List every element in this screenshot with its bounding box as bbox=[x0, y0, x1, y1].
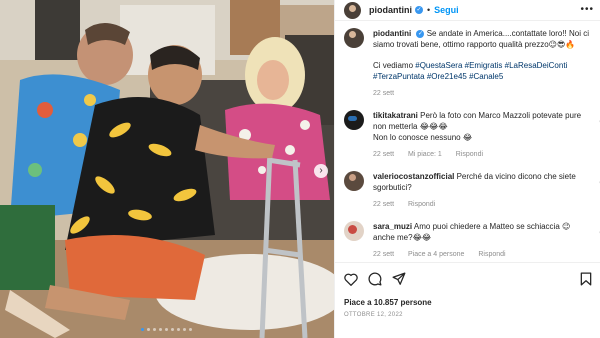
post-actions: Piace a 10.857 persone OTTOBRE 12, 2022 bbox=[335, 262, 600, 318]
reply-button[interactable]: Rispondi bbox=[478, 251, 505, 258]
comment-likes[interactable]: Mi piace: 1 bbox=[408, 151, 442, 158]
avatar[interactable] bbox=[344, 221, 364, 241]
reply-button[interactable]: Rispondi bbox=[408, 201, 435, 208]
verified-icon: ✓ bbox=[415, 6, 423, 14]
post-header: piodantini ✓ • Segui ••• bbox=[335, 0, 600, 21]
comment-time[interactable]: 22 sett bbox=[373, 201, 394, 208]
post-photo bbox=[0, 0, 334, 338]
caption: piodantini ✓ Se andate in America....con… bbox=[335, 28, 600, 99]
avatar[interactable] bbox=[344, 1, 361, 19]
comment-item: tikitakatrani Però la foto con Marco Maz… bbox=[335, 110, 600, 160]
carousel-dot bbox=[159, 328, 162, 331]
caption-text-2: Ci vediamo bbox=[373, 61, 414, 70]
more-horizontal-icon[interactable]: ••• bbox=[580, 4, 594, 15]
avatar[interactable] bbox=[344, 171, 364, 191]
carousel-dot bbox=[165, 328, 168, 331]
comments-list[interactable]: piodantini ✓ Se andate in America....con… bbox=[335, 28, 600, 258]
comment-likes[interactable]: Piace a 4 persone bbox=[408, 251, 464, 258]
post-media[interactable]: › bbox=[0, 0, 334, 338]
comment-item: sara_muzi Amo puoi chiedere a Matteo se … bbox=[335, 221, 600, 258]
reply-button[interactable]: Rispondi bbox=[456, 151, 483, 158]
caption-username[interactable]: piodantini bbox=[373, 29, 411, 38]
carousel-dot bbox=[141, 328, 144, 331]
comment-item: valeriocostanzofficial Perché da vicino … bbox=[335, 171, 600, 210]
caption-time[interactable]: 22 sett bbox=[373, 90, 394, 97]
post-date: OTTOBRE 12, 2022 bbox=[344, 312, 403, 318]
carousel-dot bbox=[171, 328, 174, 331]
carousel-dot bbox=[147, 328, 150, 331]
comment-text-2: Non lo conosce nessuno 😂 bbox=[373, 133, 473, 142]
header-separator: • bbox=[427, 5, 431, 15]
comment-username[interactable]: valeriocostanzofficial bbox=[373, 172, 454, 181]
verified-icon: ✓ bbox=[416, 29, 425, 38]
carousel-next-icon[interactable]: › bbox=[314, 164, 328, 178]
avatar[interactable] bbox=[344, 110, 364, 130]
follow-button[interactable]: Segui bbox=[434, 5, 459, 15]
bookmark-icon[interactable] bbox=[580, 272, 592, 286]
carousel-indicator bbox=[141, 328, 192, 331]
carousel-dot bbox=[153, 328, 156, 331]
header-username[interactable]: piodantini bbox=[369, 5, 412, 15]
comment-username[interactable]: tikitakatrani bbox=[373, 111, 418, 120]
comment-time[interactable]: 22 sett bbox=[373, 251, 394, 258]
avatar[interactable] bbox=[344, 28, 364, 48]
comment-username[interactable]: sara_muzi bbox=[373, 222, 412, 231]
like-count[interactable]: Piace a 10.857 persone bbox=[344, 298, 592, 307]
comment-icon[interactable] bbox=[368, 272, 382, 286]
comment-time[interactable]: 22 sett bbox=[373, 151, 394, 158]
share-icon[interactable] bbox=[392, 272, 406, 286]
carousel-dot bbox=[177, 328, 180, 331]
carousel-dot bbox=[183, 328, 186, 331]
post-panel: piodantini ✓ • Segui ••• piodantini ✓ Se… bbox=[334, 0, 600, 338]
heart-icon[interactable] bbox=[344, 273, 358, 286]
carousel-dot bbox=[189, 328, 192, 331]
